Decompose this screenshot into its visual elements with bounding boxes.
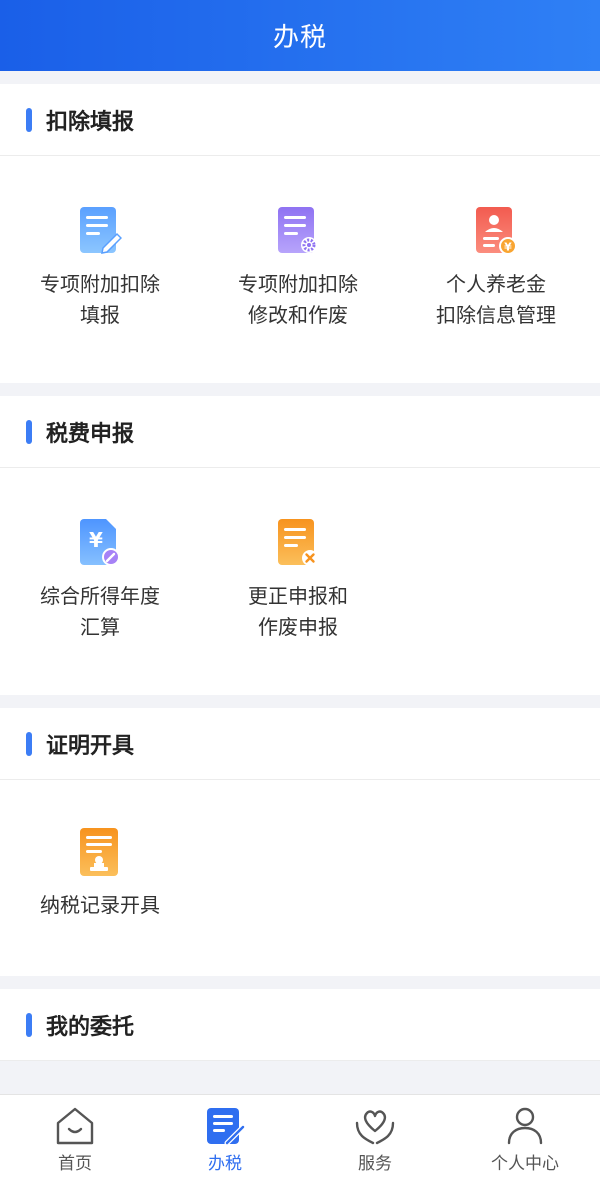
tile-annual-settlement[interactable]: ¥ 综合所得年度 汇算 <box>0 515 200 643</box>
tile-pension-deduction[interactable]: ¥ 个人养老金 扣除信息管理 <box>396 203 596 331</box>
pension-card-icon: ¥ <box>476 207 517 255</box>
section-title: 税费申报 <box>46 421 135 447</box>
section-title: 扣除填报 <box>46 109 135 135</box>
tile-label: 专项附加扣除 修改和作废 <box>238 272 358 327</box>
tab-label: 首页 <box>58 1154 92 1174</box>
tab-label: 个人中心 <box>491 1154 559 1174</box>
document-gear-icon <box>278 207 317 253</box>
svg-text:¥: ¥ <box>504 241 512 254</box>
stamp-document-icon <box>80 828 118 876</box>
tab-label: 办税 <box>208 1154 242 1174</box>
tile-special-deduction-fill[interactable]: 专项附加扣除 填报 <box>0 203 200 331</box>
section-header: 扣除填报 <box>0 84 600 156</box>
section-header: 税费申报 <box>0 396 600 468</box>
tab-label: 服务 <box>358 1154 392 1174</box>
tab-profile[interactable]: 个人中心 <box>450 1095 600 1196</box>
section-title: 我的委托 <box>46 1014 135 1040</box>
document-cancel-icon <box>278 519 318 566</box>
tab-service[interactable]: 服务 <box>300 1095 450 1196</box>
section-header: 我的委托 <box>0 989 600 1061</box>
heart-hands-icon <box>355 1110 395 1145</box>
tile-label: 综合所得年度 汇算 <box>40 584 160 639</box>
tile-label: 个人养老金 扣除信息管理 <box>436 272 556 327</box>
section-accent-bar <box>26 107 32 132</box>
tile-special-deduction-modify[interactable]: 专项附加扣除 修改和作废 <box>198 203 398 331</box>
tile-label: 专项附加扣除 填报 <box>40 272 160 327</box>
section-certificate: 证明开具 纳税记录开具 <box>0 708 600 976</box>
section-accent-bar <box>26 1012 32 1037</box>
section-tax-filing: 税费申报 ¥ 综合所得年度 汇算 更正申报和 作废申报 <box>0 396 600 695</box>
section-accent-bar <box>26 419 32 444</box>
tile-correct-void-filing[interactable]: 更正申报和 作废申报 <box>198 515 398 643</box>
tab-home[interactable]: 首页 <box>0 1095 150 1196</box>
app-header: 办税 <box>0 0 600 71</box>
page-title: 办税 <box>272 23 327 53</box>
yuan-document-icon: ¥ <box>80 519 120 566</box>
tab-tax[interactable]: 办税 <box>150 1095 300 1196</box>
tile-tax-record[interactable]: 纳税记录开具 <box>0 824 200 921</box>
section-accent-bar <box>26 731 32 756</box>
home-icon <box>56 1107 94 1145</box>
tile-label: 更正申报和 作废申报 <box>248 584 348 639</box>
tile-label: 纳税记录开具 <box>40 893 160 917</box>
section-title: 证明开具 <box>46 733 135 759</box>
document-edit-icon <box>80 207 122 254</box>
bottom-tab-bar: 首页 办税 服务 个人中心 <box>0 1094 600 1196</box>
svg-text:¥: ¥ <box>89 528 103 552</box>
person-icon <box>507 1107 543 1145</box>
section-my-delegation: 我的委托 <box>0 989 600 1061</box>
tax-edit-icon <box>207 1108 246 1146</box>
section-header: 证明开具 <box>0 708 600 780</box>
section-deduction: 扣除填报 专项附加扣除 填报 专项附加扣除 修改和作废 ¥ 个人养老金 扣除信息… <box>0 84 600 383</box>
